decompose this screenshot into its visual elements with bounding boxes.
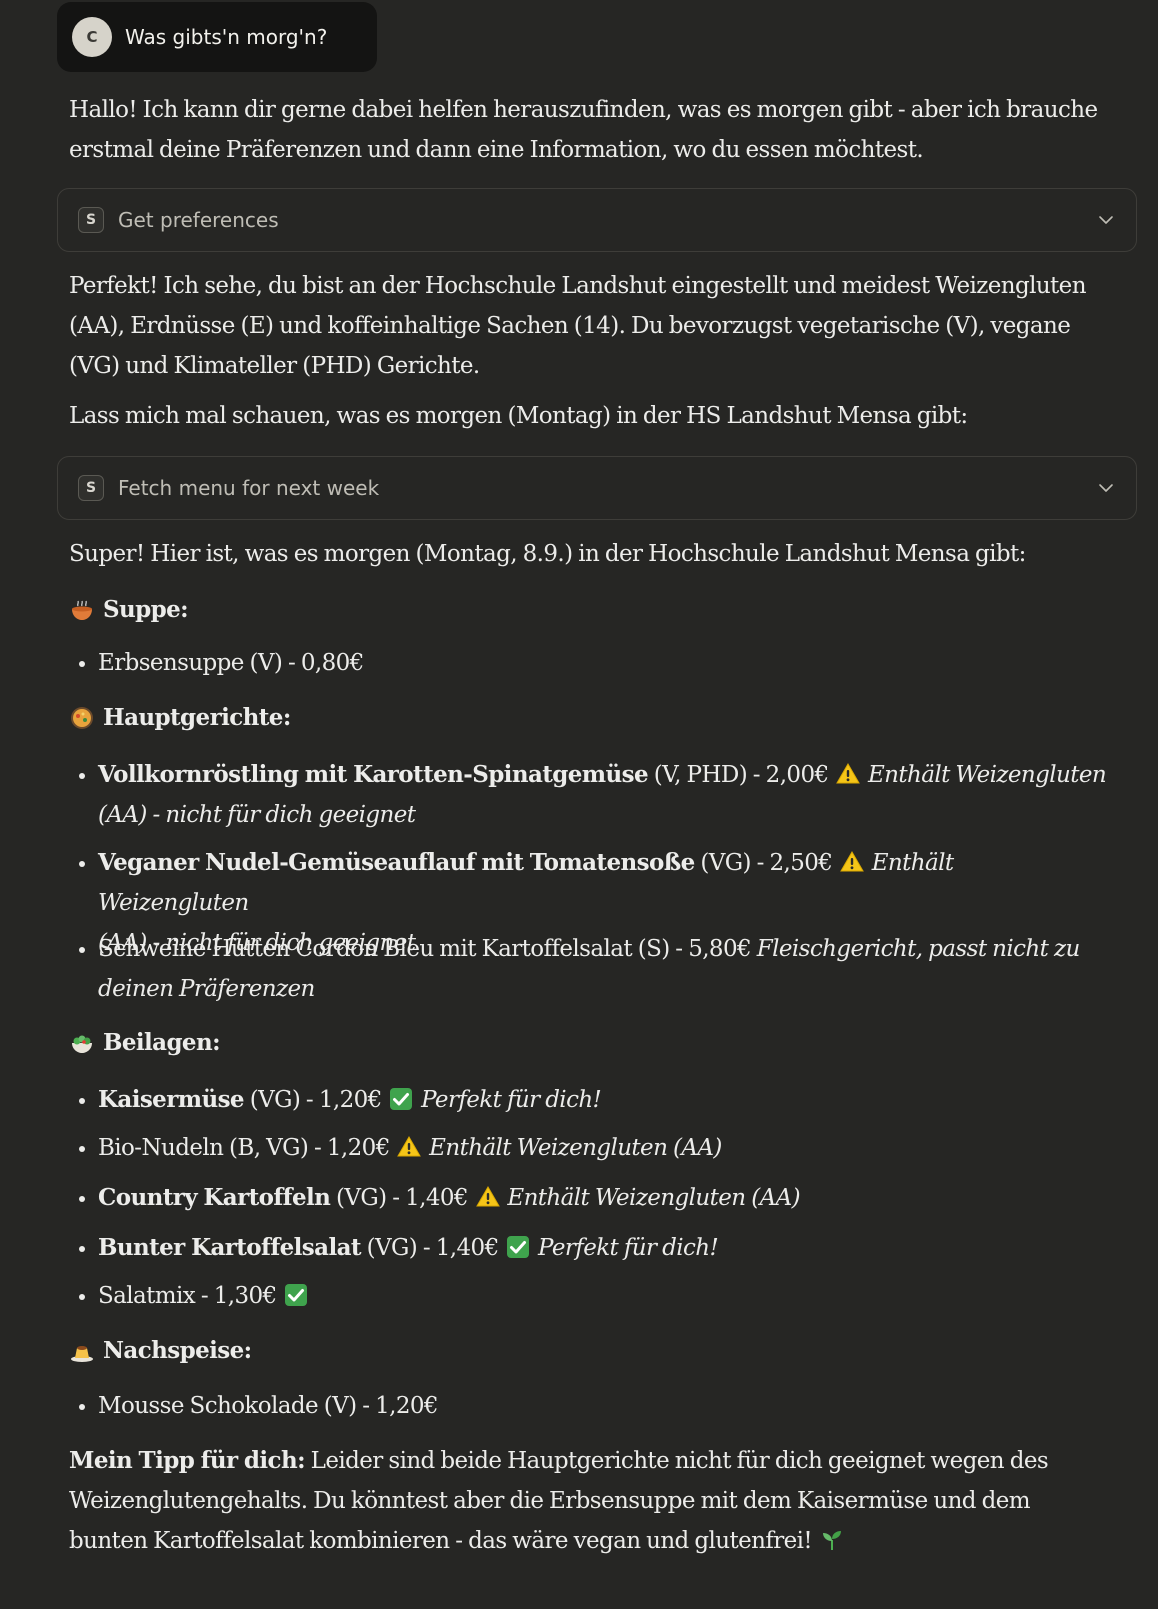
assistant-intro: Hallo! Ich kann dir gerne dabei helfen h…	[69, 97, 1098, 163]
dish-note-continued: deinen Präferenzen	[98, 976, 315, 1002]
dish-note: Enthält Weizengluten (AA)	[429, 1135, 722, 1161]
section-heading-hauptgerichte: Hauptgerichte:	[69, 700, 291, 736]
check-mark-icon	[389, 1087, 413, 1111]
warning-icon	[476, 1185, 500, 1209]
dish-name: Country Kartoffeln	[98, 1184, 331, 1211]
dish-details: - 1,30€	[195, 1283, 283, 1309]
tip-paragraph: Mein Tipp für dich: Leider sind beide Ha…	[69, 1441, 1109, 1561]
dish-details: (VG) - 2,50€	[694, 850, 839, 876]
section-heading-suppe: Suppe:	[69, 592, 189, 628]
dish-name: Veganer Nudel-Gemüseauflauf mit Tomatens…	[98, 849, 695, 876]
user-message-text: Was gibts'n morg'n?	[125, 25, 328, 49]
section-heading-beilagen: Beilagen:	[69, 1025, 221, 1061]
chevron-down-icon[interactable]	[1096, 478, 1116, 498]
soup-bowl-icon	[72, 600, 92, 620]
section-title: Hauptgerichte:	[103, 704, 291, 731]
dish-name: Bunter Kartoffelsalat	[98, 1234, 362, 1261]
dish-name: Salatmix	[98, 1283, 196, 1309]
check-mark-icon	[284, 1283, 308, 1307]
lookup-text: Lass mich mal schauen, was es morgen (Mo…	[69, 403, 968, 429]
preferences-summary: Perfekt! Ich sehe, du bist an der Hochsc…	[69, 273, 1087, 379]
dish-note: Perfekt für dich!	[421, 1087, 602, 1113]
menu-intro: Super! Hier ist, was es morgen (Montag, …	[69, 541, 1026, 567]
section-title: Beilagen:	[103, 1029, 221, 1056]
list-item: Mousse Schokolade (V) - 1,20€	[69, 1386, 1109, 1426]
dish-details: (VG) - 1,40€	[330, 1185, 474, 1211]
tool-call-label: Get preferences	[118, 208, 279, 232]
list-item: Salatmix - 1,30€	[69, 1276, 1109, 1316]
user-avatar[interactable]: C	[72, 17, 112, 57]
warning-icon	[836, 762, 860, 786]
tip-line-2: Weizenglutengehalts. Du könntest aber di…	[69, 1488, 1031, 1514]
warning-icon	[397, 1135, 421, 1159]
tool-call-label: Fetch menu for next week	[118, 476, 380, 500]
tip-label: Mein Tipp für dich:	[69, 1447, 306, 1474]
dish-note: Perfekt für dich!	[538, 1235, 719, 1261]
dish-name: Mousse Schokolade	[98, 1393, 319, 1419]
section-title: Suppe:	[103, 596, 189, 623]
dish-details: (V) - 0,80€	[243, 650, 365, 676]
dish-details: (VG) - 1,20€	[243, 1087, 388, 1113]
section-title: Nachspeise:	[103, 1337, 252, 1364]
tip-line-1: Leider sind beide Hauptgerichte nicht fü…	[304, 1448, 1049, 1474]
dish-name: Erbsensuppe	[98, 650, 244, 676]
dish-name: Vollkornröstling mit Karotten-Spinatgemü…	[98, 761, 649, 788]
dish-note: Enthält Weizengluten	[867, 762, 1107, 788]
dish-note-continued: (AA) - nicht für dich geeignet	[98, 802, 416, 828]
dish-details: (V, PHD) - 2,00€	[648, 762, 835, 788]
section-heading-nachspeise: Nachspeise:	[69, 1333, 252, 1369]
list-item: Bunter Kartoffelsalat (VG) - 1,40€ Perfe…	[69, 1228, 1109, 1268]
dish-details: (B, VG) - 1,20€	[223, 1135, 396, 1161]
list-item: Bio-Nudeln (B, VG) - 1,20€ Enthält Weize…	[69, 1128, 1109, 1168]
user-message-bubble: C Was gibts'n morg'n?	[57, 2, 377, 72]
list-item: Erbsensuppe (V) - 0,80€	[69, 643, 1109, 683]
warning-icon	[840, 850, 864, 874]
seedling-icon	[822, 1531, 841, 1550]
tool-call-get-preferences[interactable]: S Get preferences	[57, 188, 1137, 252]
tool-badge: S	[78, 475, 104, 501]
dish-name: Schweine Hütten Cordon Bleu mit Kartoffe…	[98, 936, 633, 962]
dish-note: Enthält Weizengluten (AA)	[507, 1185, 800, 1211]
dish-name: Bio-Nudeln	[98, 1135, 224, 1161]
list-item: Vollkornröstling mit Karotten-Spinatgemü…	[69, 755, 1109, 835]
tool-call-fetch-menu[interactable]: S Fetch menu for next week	[57, 456, 1137, 520]
list-item: Kaisermüse (VG) - 1,20€ Perfekt für dich…	[69, 1080, 1109, 1120]
tip-line-3: bunten Kartoffelsalat kombinieren - das …	[69, 1528, 818, 1554]
pudding-icon	[71, 1346, 93, 1362]
paella-pan-icon	[71, 707, 93, 729]
salad-bowl-icon	[72, 1035, 92, 1053]
chevron-down-icon[interactable]	[1096, 210, 1116, 230]
dish-note: Fleischgericht, passt nicht zu	[756, 936, 1081, 962]
dish-details: (S) - 5,80€	[631, 936, 757, 962]
dish-details: (VG) - 1,40€	[360, 1235, 505, 1261]
list-item: Country Kartoffeln (VG) - 1,40€ Enthält …	[69, 1178, 1109, 1218]
list-item: Schweine Hütten Cordon Bleu mit Kartoffe…	[69, 929, 1109, 1009]
dish-details: (V) - 1,20€	[318, 1393, 439, 1419]
dish-name: Kaisermüse	[98, 1086, 245, 1113]
check-mark-icon	[506, 1235, 530, 1259]
tool-badge: S	[78, 207, 104, 233]
